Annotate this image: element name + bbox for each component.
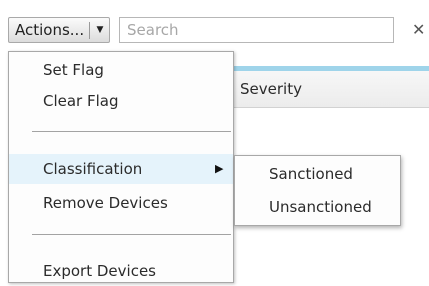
submenu-item-label: Sanctioned [269, 165, 353, 183]
submenu-item-sanctioned[interactable]: Sanctioned [235, 159, 400, 189]
menu-item-label: Set Flag [43, 61, 104, 79]
menu-item-remove-devices[interactable]: Remove Devices [9, 188, 233, 218]
menu-item-classification[interactable]: Classification ▶ [9, 154, 233, 184]
actions-button-label: Actions... [15, 21, 85, 39]
chevron-down-icon[interactable]: ▼ [94, 22, 106, 38]
column-header-severity[interactable]: Severity [240, 80, 302, 98]
actions-button-divider [89, 22, 90, 39]
menu-item-label: Export Devices [43, 262, 156, 280]
submenu-item-unsanctioned[interactable]: Unsanctioned [235, 192, 400, 222]
grid-header: Severity [229, 71, 429, 108]
search-input[interactable] [119, 17, 394, 43]
actions-dropdown-button[interactable]: Actions... ▼ [8, 17, 110, 43]
submenu-item-label: Unsanctioned [269, 198, 372, 216]
menu-item-export-devices[interactable]: Export Devices [9, 256, 233, 286]
actions-menu: Set Flag Clear Flag Classification ▶ Rem… [8, 51, 234, 283]
menu-item-clear-flag[interactable]: Clear Flag [9, 86, 233, 116]
menu-item-set-flag[interactable]: Set Flag [9, 55, 233, 85]
menu-item-label: Clear Flag [43, 92, 119, 110]
menu-separator [32, 131, 231, 132]
classification-submenu: Sanctioned Unsanctioned [234, 155, 401, 226]
chevron-right-icon: ▶ [215, 162, 224, 175]
close-icon[interactable]: ✕ [412, 19, 428, 41]
menu-separator [32, 234, 231, 235]
menu-item-label: Remove Devices [43, 194, 168, 212]
menu-item-label: Classification [43, 160, 143, 178]
